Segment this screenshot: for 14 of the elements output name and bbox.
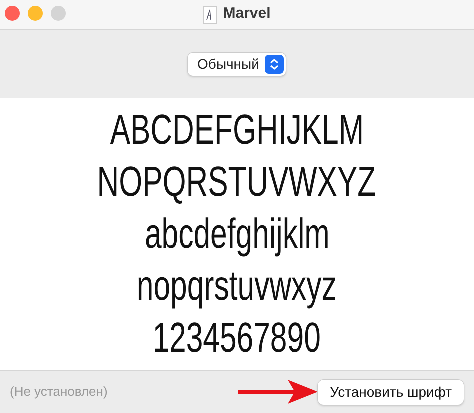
preview-text: nopqrstuvwxyz [137, 261, 337, 311]
minimize-icon[interactable] [28, 6, 43, 21]
preview-text: abcdefghijklm [144, 209, 330, 259]
preview-text: ABCDEFGHIJKLM [110, 105, 364, 155]
status-text: (Не установлен) [10, 383, 108, 402]
font-file-icon [203, 6, 218, 24]
preview-text: 1234567890 [152, 313, 322, 363]
style-select[interactable]: Обычный [188, 52, 286, 76]
close-icon[interactable] [5, 6, 20, 21]
window-title: Marvel [223, 4, 271, 24]
stepper-icon [265, 54, 284, 74]
preview-text: NOPQRSTUVWXYZ [98, 157, 376, 207]
zoom-icon[interactable] [51, 6, 66, 21]
install-font-button[interactable]: Установить шрифт [318, 380, 464, 404]
